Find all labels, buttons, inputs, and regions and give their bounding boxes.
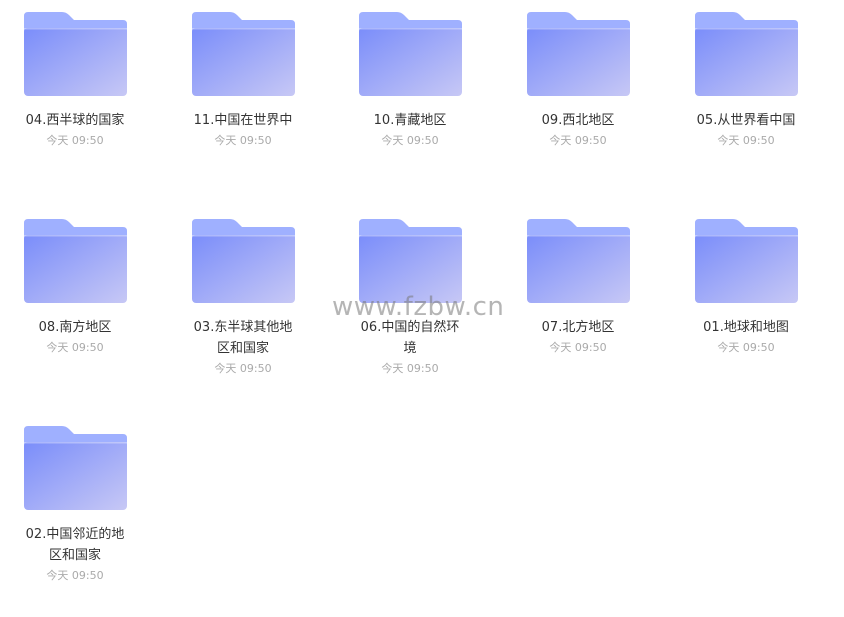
folder-name: 08.南方地区 bbox=[0, 317, 150, 338]
folder-icon bbox=[192, 12, 295, 96]
folder-modified-time: 今天 09:50 bbox=[46, 341, 104, 354]
folder-name-line: 08.南方地区 bbox=[38, 320, 112, 335]
folder-item[interactable]: 03.东半球其他地 区和国家今天 09:50 bbox=[168, 219, 318, 399]
folder-modified-time: 今天 09:50 bbox=[381, 134, 439, 147]
folder-item[interactable]: 05.从世界看中国 今天 09:50 bbox=[671, 12, 821, 192]
folder-name: 07.北方地区 bbox=[503, 317, 653, 338]
folder-icon bbox=[192, 219, 295, 303]
folder-item[interactable]: 11.中国在世界中 今天 09:50 bbox=[168, 12, 318, 192]
folder-name: 05.从世界看中国 bbox=[671, 110, 821, 131]
folder-modified-time: 今天 09:50 bbox=[214, 134, 272, 147]
folder-modified-time: 今天 09:50 bbox=[717, 341, 775, 354]
folder-name-line: 11.中国在世界中 bbox=[193, 113, 293, 128]
folder-icon bbox=[527, 12, 630, 96]
folder-name: 01.地球和地图 bbox=[671, 317, 821, 338]
folder-icon bbox=[359, 219, 462, 303]
folder-item[interactable]: 10.青藏地区 今天 09:50 bbox=[335, 12, 485, 192]
folder-name-line: 01.地球和地图 bbox=[703, 320, 789, 335]
folder-modified-time: 今天 09:50 bbox=[381, 362, 439, 375]
folder-name-line: 区和国家 bbox=[216, 341, 269, 356]
folder-item[interactable]: 08.南方地区 今天 09:50 bbox=[0, 219, 150, 399]
folder-name-line: 10.青藏地区 bbox=[373, 113, 447, 128]
folder-name: 03.东半球其他地 区和国家 bbox=[168, 317, 318, 359]
folder-name-line: 06.中国的自然环 bbox=[360, 320, 460, 335]
folder-name-line: 05.从世界看中国 bbox=[696, 113, 796, 128]
folder-name-line: 07.北方地区 bbox=[541, 320, 615, 335]
folder-modified-time: 今天 09:50 bbox=[46, 134, 104, 147]
folder-name: 11.中国在世界中 bbox=[168, 110, 318, 131]
folder-modified-time: 今天 09:50 bbox=[717, 134, 775, 147]
folder-icon bbox=[695, 12, 798, 96]
folder-name: 09.西北地区 bbox=[503, 110, 653, 131]
folder-name-line: 区和国家 bbox=[48, 548, 101, 563]
folder-icon bbox=[24, 12, 127, 96]
folder-icon bbox=[527, 219, 630, 303]
folder-name-line: 03.东半球其他地 bbox=[193, 320, 293, 335]
folder-icon bbox=[24, 426, 127, 510]
folder-item[interactable]: 09.西北地区 今天 09:50 bbox=[503, 12, 653, 192]
folder-icon bbox=[695, 219, 798, 303]
folder-item[interactable]: 04.西半球的国家 今天 09:50 bbox=[0, 12, 150, 192]
folder-item[interactable]: 02.中国邻近的地 区和国家今天 09:50 bbox=[0, 426, 150, 606]
folder-name: 02.中国邻近的地 区和国家 bbox=[0, 524, 150, 566]
folder-name-line: 04.西半球的国家 bbox=[25, 113, 125, 128]
folder-modified-time: 今天 09:50 bbox=[549, 134, 607, 147]
folder-name-line: 境 bbox=[403, 341, 417, 356]
folder-name-line: 02.中国邻近的地 bbox=[25, 527, 125, 542]
folder-modified-time: 今天 09:50 bbox=[549, 341, 607, 354]
folder-grid: 04.西半球的国家 今天 09:50 11.中国在世界中 今天 09:50 10.青藏地… bbox=[0, 0, 844, 617]
folder-icon bbox=[359, 12, 462, 96]
folder-name: 06.中国的自然环境 bbox=[335, 317, 485, 359]
folder-modified-time: 今天 09:50 bbox=[46, 569, 104, 582]
folder-name-line: 09.西北地区 bbox=[541, 113, 615, 128]
folder-item[interactable]: 01.地球和地图 今天 09:50 bbox=[671, 219, 821, 399]
folder-modified-time: 今天 09:50 bbox=[214, 362, 272, 375]
folder-name: 04.西半球的国家 bbox=[0, 110, 150, 131]
folder-item[interactable]: 07.北方地区 今天 09:50 bbox=[503, 219, 653, 399]
folder-item[interactable]: 06.中国的自然环境今天 09:50 bbox=[335, 219, 485, 399]
folder-name: 10.青藏地区 bbox=[335, 110, 485, 131]
folder-icon bbox=[24, 219, 127, 303]
